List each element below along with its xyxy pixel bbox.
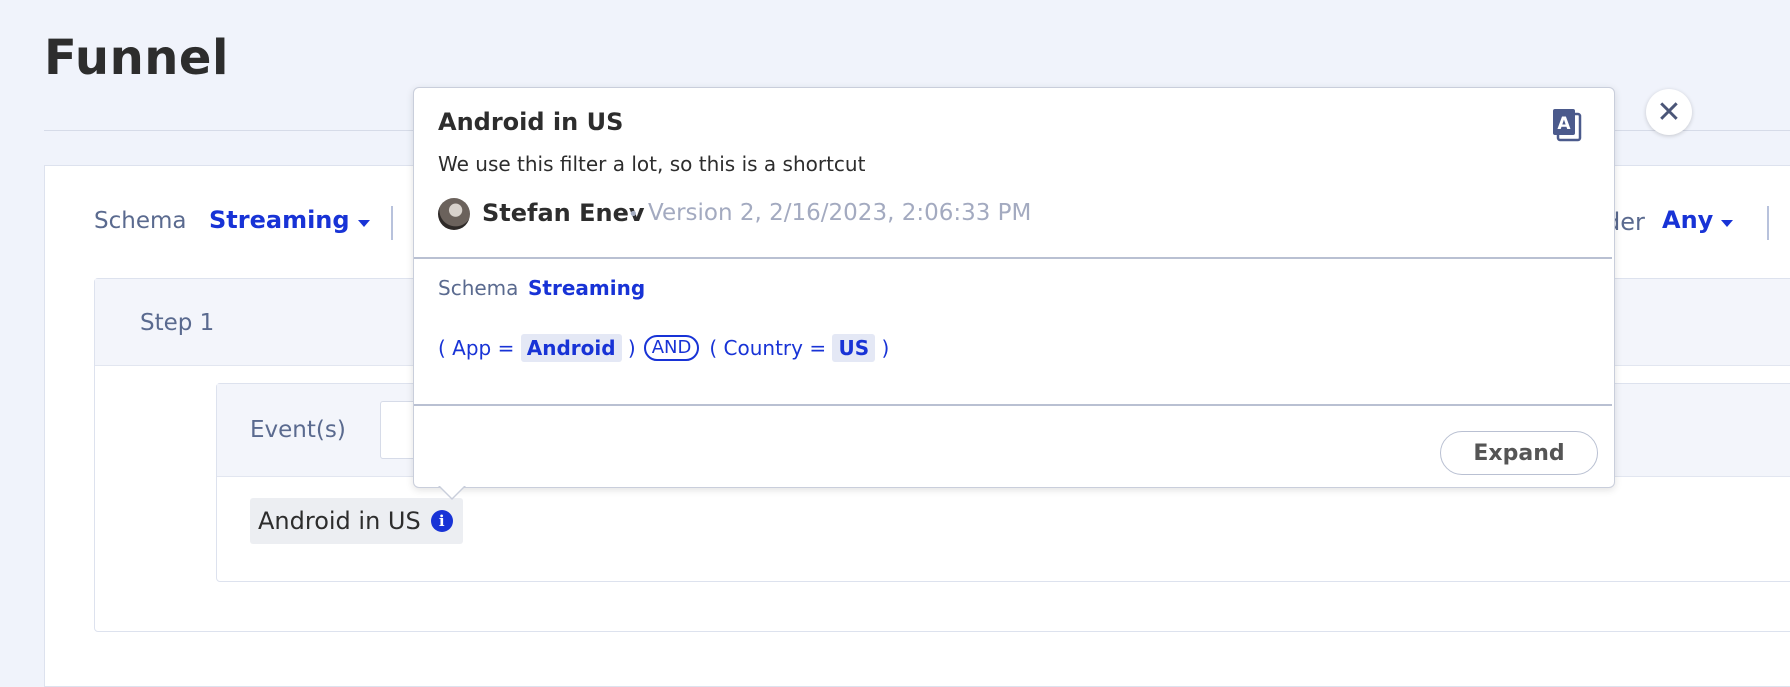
paren-close: ) (621, 336, 636, 360)
and-operator: AND (643, 335, 700, 361)
close-icon[interactable]: ✕ (1646, 89, 1692, 135)
toolbar-divider (391, 206, 393, 240)
filter-field: App (452, 336, 492, 360)
version-info: Version 2, 2/16/2023, 2:06:33 PM (648, 200, 1032, 226)
paren-close: ) (875, 336, 890, 360)
filter-operator: = (802, 336, 833, 360)
schema-dropdown-value: Streaming (209, 206, 350, 234)
filter-value: Android (520, 334, 622, 362)
info-icon[interactable]: i (430, 510, 453, 532)
popover-divider (414, 404, 1612, 406)
schema-dropdown[interactable]: Streaming (209, 206, 370, 234)
popover-arrow-inner (439, 485, 465, 498)
filter-field: Country (723, 336, 803, 360)
chevron-down-icon (357, 220, 370, 227)
popover-description: We use this filter a lot, so this is a s… (438, 152, 866, 176)
popover-schema-value: Streaming (528, 276, 646, 300)
order-dropdown-value: Any (1662, 206, 1714, 234)
popover-divider (414, 257, 1612, 259)
filter-expression: ( App = Android ) AND ( Country = US ) (438, 334, 889, 362)
step-label: Step 1 (140, 310, 215, 336)
page-title: Funnel (44, 30, 229, 86)
meta-separator: • (628, 204, 639, 225)
paren-open: ( (438, 336, 453, 360)
avatar (438, 198, 470, 230)
events-label: Event(s) (250, 417, 346, 443)
chevron-down-icon (1721, 220, 1734, 227)
toolbar-divider (1767, 206, 1769, 240)
paren-open: ( (709, 336, 724, 360)
popover-schema-label: Schema (438, 276, 519, 300)
schema-label: Schema (94, 208, 187, 234)
filter-chip-label: Android in US (258, 507, 421, 535)
expand-button[interactable]: Expand (1440, 431, 1598, 475)
popover-title: Android in US (438, 108, 624, 136)
filter-operator: = (491, 336, 521, 360)
filter-value: US (832, 334, 876, 362)
filter-chip[interactable]: Android in US i (250, 498, 463, 544)
order-dropdown[interactable]: Any (1662, 206, 1734, 234)
author-name: Stefan Enev (482, 199, 645, 227)
svg-text:A: A (1557, 114, 1571, 134)
copy-icon[interactable]: A (1552, 108, 1582, 142)
